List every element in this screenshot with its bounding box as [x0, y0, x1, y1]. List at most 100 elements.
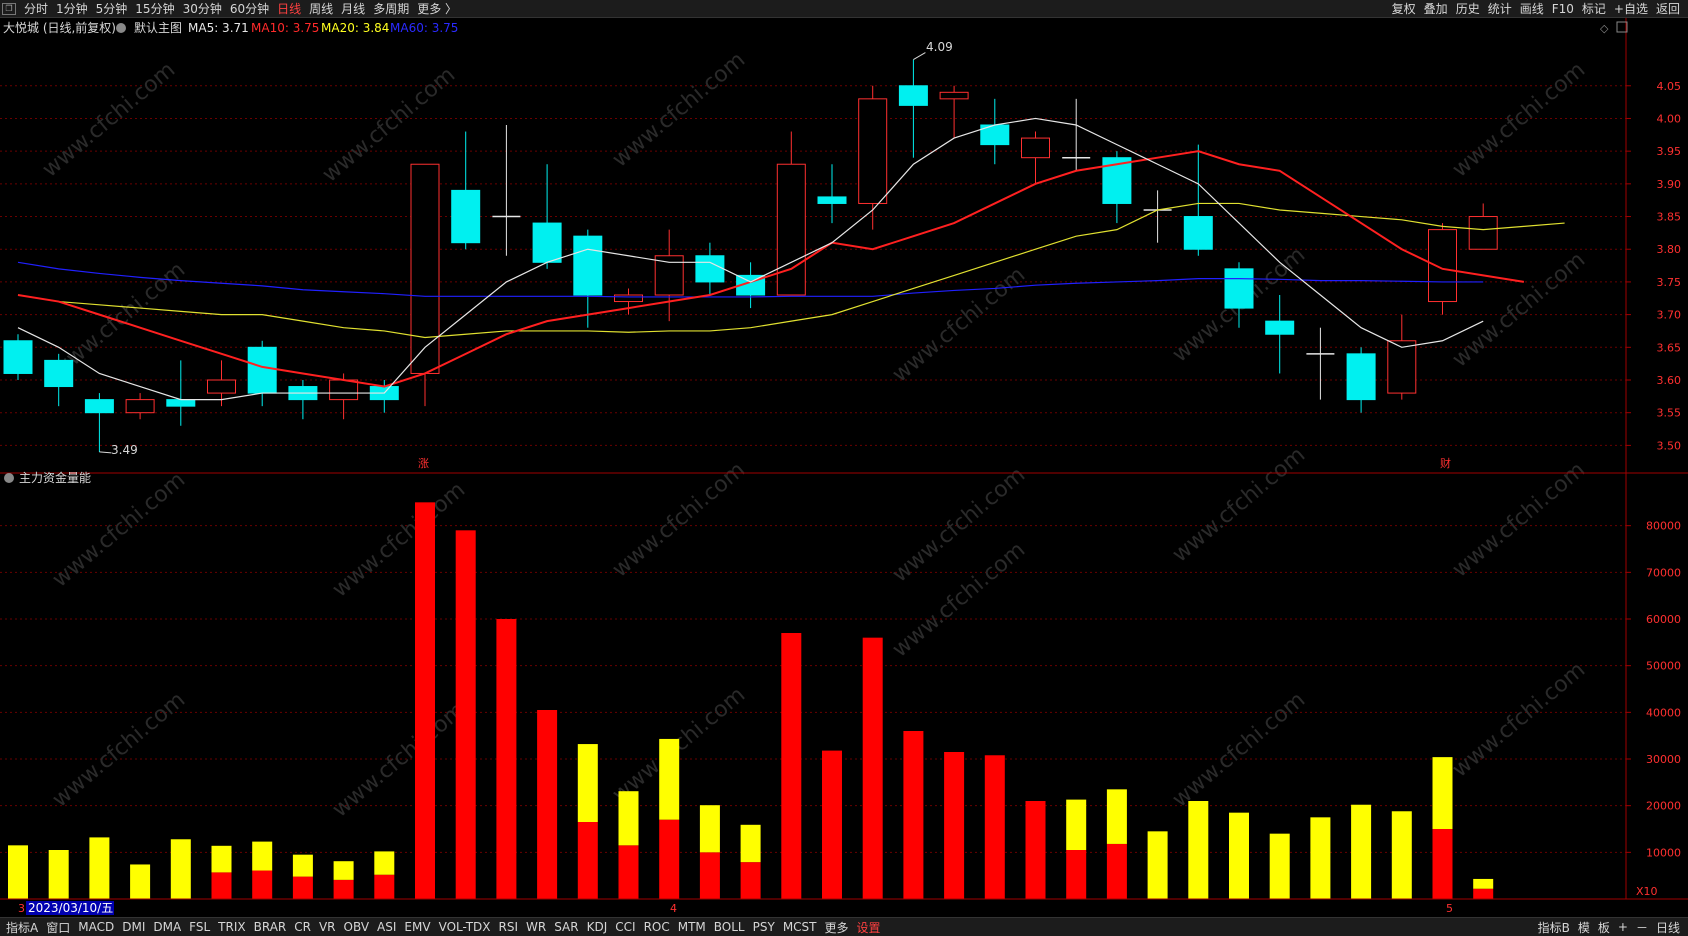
volume-bar[interactable]	[1432, 757, 1453, 899]
volume-bar[interactable]	[1025, 801, 1046, 899]
volume-bar[interactable]	[333, 861, 354, 899]
indicator-tab-23[interactable]: MCST	[779, 920, 821, 934]
indicator-right-button-4[interactable]: －	[1632, 919, 1652, 936]
indicator-tab-5[interactable]: FSL	[185, 920, 214, 934]
candle[interactable]	[247, 340, 277, 407]
candle[interactable]	[1021, 131, 1050, 184]
volume-bar[interactable]	[577, 744, 598, 899]
candle[interactable]	[817, 164, 847, 224]
template-label[interactable]: 默认主图	[134, 20, 182, 35]
candle[interactable]	[898, 59, 928, 158]
tool-button-0[interactable]: 复权	[1388, 0, 1420, 17]
tool-button-2[interactable]: 历史	[1452, 0, 1484, 17]
candle[interactable]	[410, 163, 440, 407]
volume-bar[interactable]	[1066, 799, 1087, 899]
indicator-right-button-3[interactable]: +	[1614, 920, 1632, 934]
volume-bar[interactable]	[8, 845, 28, 899]
period-tab-6[interactable]: 日线	[273, 0, 305, 17]
indicator-right-button-1[interactable]: 模	[1574, 919, 1594, 936]
indicator-tab-17[interactable]: KDJ	[583, 920, 612, 934]
candle[interactable]	[1183, 144, 1213, 256]
candle[interactable]	[858, 85, 888, 230]
period-tab-2[interactable]: 5分钟	[92, 0, 132, 17]
indicator-tab-24[interactable]: 更多	[821, 919, 853, 936]
period-tab-8[interactable]: 月线	[337, 0, 369, 17]
period-tab-1[interactable]: 1分钟	[52, 0, 92, 17]
volume-bar[interactable]	[1229, 812, 1249, 899]
candle[interactable]	[492, 125, 521, 256]
indicator-tab-4[interactable]: DMA	[149, 920, 185, 934]
volume-bar[interactable]	[659, 738, 680, 899]
volume-bar[interactable]	[170, 839, 191, 899]
tool-button-6[interactable]: 标记	[1578, 0, 1610, 17]
candle[interactable]	[44, 353, 74, 407]
tool-button-8[interactable]: 返回	[1652, 0, 1684, 17]
volume-bar[interactable]	[944, 752, 965, 899]
event-marker-cai[interactable]: 财	[1440, 456, 1451, 470]
indicator-tab-14[interactable]: RSI	[495, 920, 523, 934]
volume-bar[interactable]	[89, 837, 110, 899]
volume-bar[interactable]	[1147, 831, 1168, 899]
tool-button-5[interactable]: F10	[1548, 2, 1578, 16]
indicator-tab-10[interactable]: OBV	[340, 920, 374, 934]
candle[interactable]	[1468, 203, 1498, 250]
volume-bar[interactable]	[1188, 801, 1209, 899]
period-tab-0[interactable]: 分时	[20, 0, 52, 17]
event-marker-zhang[interactable]: 涨	[418, 457, 429, 470]
indicator-tab-7[interactable]: BRAR	[250, 920, 291, 934]
chart-canvas[interactable]: www.cfchi.com www.cfchi.com www.cfchi.com w…	[0, 18, 1688, 917]
diamond-icon[interactable]: ◇	[1600, 22, 1609, 35]
tool-button-3[interactable]: 统计	[1484, 0, 1516, 17]
candle[interactable]	[84, 393, 114, 452]
collapse-icon[interactable]	[4, 473, 14, 483]
volume-bar[interactable]	[781, 633, 802, 899]
volume-bar[interactable]	[1473, 878, 1494, 899]
indicator-tab-18[interactable]: CCI	[611, 920, 639, 934]
indicator-tab-22[interactable]: PSY	[749, 920, 779, 934]
volume-bar[interactable]	[1269, 833, 1290, 899]
indicator-tab-11[interactable]: ASI	[373, 920, 400, 934]
volume-bar[interactable]	[252, 841, 273, 899]
candle[interactable]	[166, 360, 196, 426]
indicator-tab-12[interactable]: EMV	[400, 920, 434, 934]
candle[interactable]	[695, 242, 725, 295]
indicator-right-button-2[interactable]: 板	[1594, 919, 1614, 936]
candle[interactable]	[1062, 98, 1091, 171]
indicator-tab-1[interactable]: 窗口	[42, 919, 74, 936]
candle[interactable]	[3, 334, 33, 380]
tool-button-7[interactable]: +自选	[1610, 0, 1652, 17]
indicator-tab-21[interactable]: BOLL	[710, 920, 749, 934]
indicator-tab-6[interactable]: TRIX	[214, 920, 249, 934]
indicator-right-button-0[interactable]: 指标B	[1534, 919, 1574, 936]
volume-bar[interactable]	[1106, 789, 1127, 899]
volume-bar[interactable]	[415, 502, 435, 899]
volume-bar[interactable]	[740, 824, 761, 899]
candle[interactable]	[980, 98, 1010, 165]
indicator-tab-8[interactable]: CR	[290, 920, 315, 934]
tool-button-1[interactable]: 叠加	[1420, 0, 1452, 17]
indicator-tab-0[interactable]: 指标A	[2, 919, 42, 936]
candle[interactable]	[1387, 314, 1417, 400]
candle[interactable]	[776, 131, 806, 296]
volume-bar[interactable]	[537, 710, 558, 899]
indicator-tab-2[interactable]: MACD	[74, 920, 118, 934]
volume-bar[interactable]	[984, 755, 1005, 899]
candle[interactable]	[1143, 190, 1172, 243]
volume-bar[interactable]	[1310, 817, 1331, 899]
volume-bar[interactable]	[374, 851, 395, 899]
tool-button-4[interactable]: 画线	[1516, 0, 1548, 17]
volume-bar[interactable]	[292, 854, 313, 899]
volume-bar[interactable]	[130, 864, 151, 899]
period-tab-4[interactable]: 30分钟	[179, 0, 226, 17]
volume-bar[interactable]	[903, 731, 924, 899]
volume-bar[interactable]	[822, 750, 842, 899]
candle[interactable]	[288, 380, 318, 420]
indicator-tab-15[interactable]: WR	[522, 920, 550, 934]
candle[interactable]	[939, 85, 969, 139]
volume-bar[interactable]	[455, 530, 476, 899]
volume-bar[interactable]	[48, 850, 69, 899]
period-tab-5[interactable]: 60分钟	[226, 0, 273, 17]
period-tab-7[interactable]: 周线	[305, 0, 337, 17]
indicator-tab-9[interactable]: VR	[315, 920, 340, 934]
volume-bar[interactable]	[862, 637, 883, 899]
